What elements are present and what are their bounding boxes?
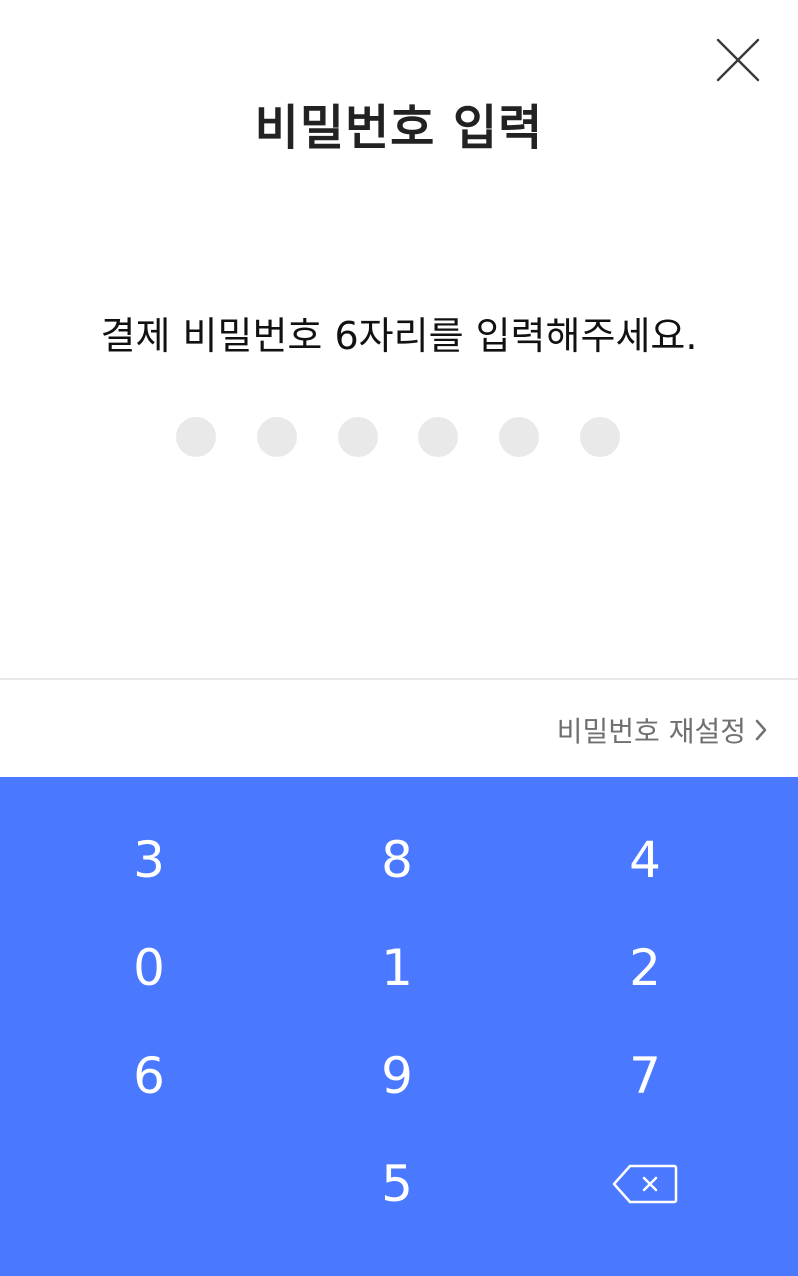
pin-dot [579,417,620,457]
password-instruction: 결제 비밀번호 6자리를 입력해주세요. [100,314,698,358]
key-1[interactable]: 1 [273,914,521,1022]
key-2[interactable]: 2 [521,914,769,1022]
key-6[interactable]: 6 [25,1022,273,1130]
pin-dot [176,417,216,457]
pin-indicator [176,417,620,457]
key-0[interactable]: 0 [25,914,273,1022]
key-8[interactable]: 8 [273,806,521,914]
reset-password-label: 비밀번호 재설정 [556,715,746,748]
reset-password-link[interactable]: 비밀번호 재설정 [557,706,770,754]
pin-dot [418,417,459,457]
close-button[interactable] [706,28,770,92]
key-4[interactable]: 4 [521,806,769,914]
pin-dot [256,417,297,457]
key-9[interactable]: 9 [273,1022,521,1130]
numeric-keypad: 3 8 4 0 1 2 6 9 7 5 [0,777,798,1276]
chevron-right-icon [752,716,770,744]
empty-key [25,1130,273,1238]
pin-dot [499,417,540,457]
backspace-icon [612,1164,678,1204]
key-7[interactable]: 7 [521,1022,769,1130]
pin-dot [337,417,378,457]
page-title: 비밀번호 입력 [254,100,544,156]
password-entry-panel: 비밀번호 입력 결제 비밀번호 6자리를 입력해주세요. [0,0,798,678]
backspace-button[interactable] [521,1130,769,1238]
close-icon [716,38,760,82]
key-5[interactable]: 5 [273,1130,521,1238]
section-divider [0,678,798,680]
key-3[interactable]: 3 [25,806,273,914]
